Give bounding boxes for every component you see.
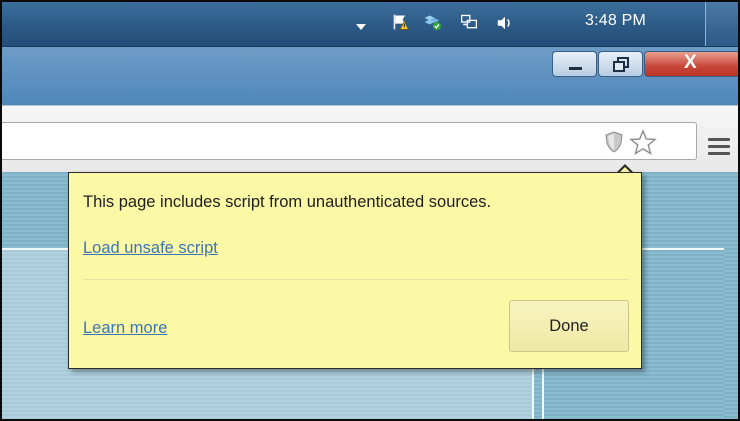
- taskbar: 3:48 PM: [2, 2, 738, 47]
- maximize-button[interactable]: [598, 51, 643, 77]
- minimize-icon: [569, 67, 582, 70]
- bubble-divider: [83, 279, 629, 280]
- volume-icon[interactable]: [494, 14, 516, 32]
- taskbar-clock[interactable]: 3:48 PM: [585, 12, 646, 30]
- window-titlebar: X: [2, 47, 738, 105]
- browser-toolbar: [2, 105, 738, 172]
- close-button[interactable]: X: [644, 51, 738, 77]
- restore-icon: [613, 57, 629, 72]
- show-desktop-button[interactable]: [705, 2, 738, 46]
- network-share-icon[interactable]: [420, 13, 444, 31]
- chevron-down-icon[interactable]: [354, 18, 368, 36]
- bubble-message: This page includes script from unauthent…: [83, 193, 492, 211]
- learn-more-link[interactable]: Learn more: [83, 319, 167, 338]
- action-center-flag-icon[interactable]: [390, 13, 412, 31]
- shield-icon[interactable]: [604, 131, 624, 153]
- close-icon: X: [684, 52, 697, 73]
- minimize-button[interactable]: [552, 51, 597, 77]
- star-icon[interactable]: [629, 129, 657, 155]
- mixed-content-bubble: This page includes script from unauthent…: [68, 172, 642, 369]
- menu-icon[interactable]: [708, 138, 730, 159]
- done-button[interactable]: Done: [509, 300, 629, 352]
- load-unsafe-script-link[interactable]: Load unsafe script: [83, 239, 218, 258]
- screen-frame: 3:48 PM X This page includes script from…: [0, 0, 740, 421]
- network-icon[interactable]: [457, 13, 481, 31]
- address-bar[interactable]: [2, 122, 697, 160]
